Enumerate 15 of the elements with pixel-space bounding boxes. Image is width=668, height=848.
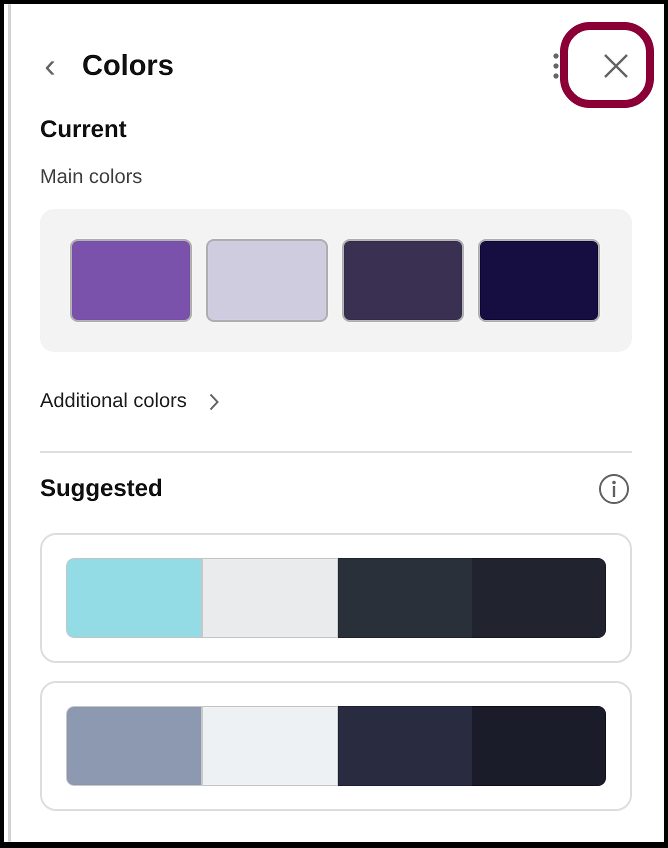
color-swatch[interactable]	[206, 239, 328, 322]
back-button[interactable]: ‹	[40, 46, 60, 86]
section-heading: Current	[40, 116, 128, 144]
info-icon[interactable]	[598, 473, 630, 505]
more-options-icon[interactable]	[552, 52, 560, 80]
section-heading: Suggested	[40, 475, 163, 503]
color-swatch[interactable]	[70, 239, 192, 322]
panel-title: Colors	[82, 50, 175, 82]
chevron-right-icon	[208, 392, 219, 410]
palette-card[interactable]	[40, 533, 632, 663]
additional-colors-link[interactable]: Additional colors	[40, 390, 219, 413]
section-subheading: Main colors	[40, 166, 144, 189]
color-swatch[interactable]	[342, 239, 464, 322]
color-swatch[interactable]	[478, 239, 600, 322]
palette-card[interactable]	[40, 681, 632, 811]
